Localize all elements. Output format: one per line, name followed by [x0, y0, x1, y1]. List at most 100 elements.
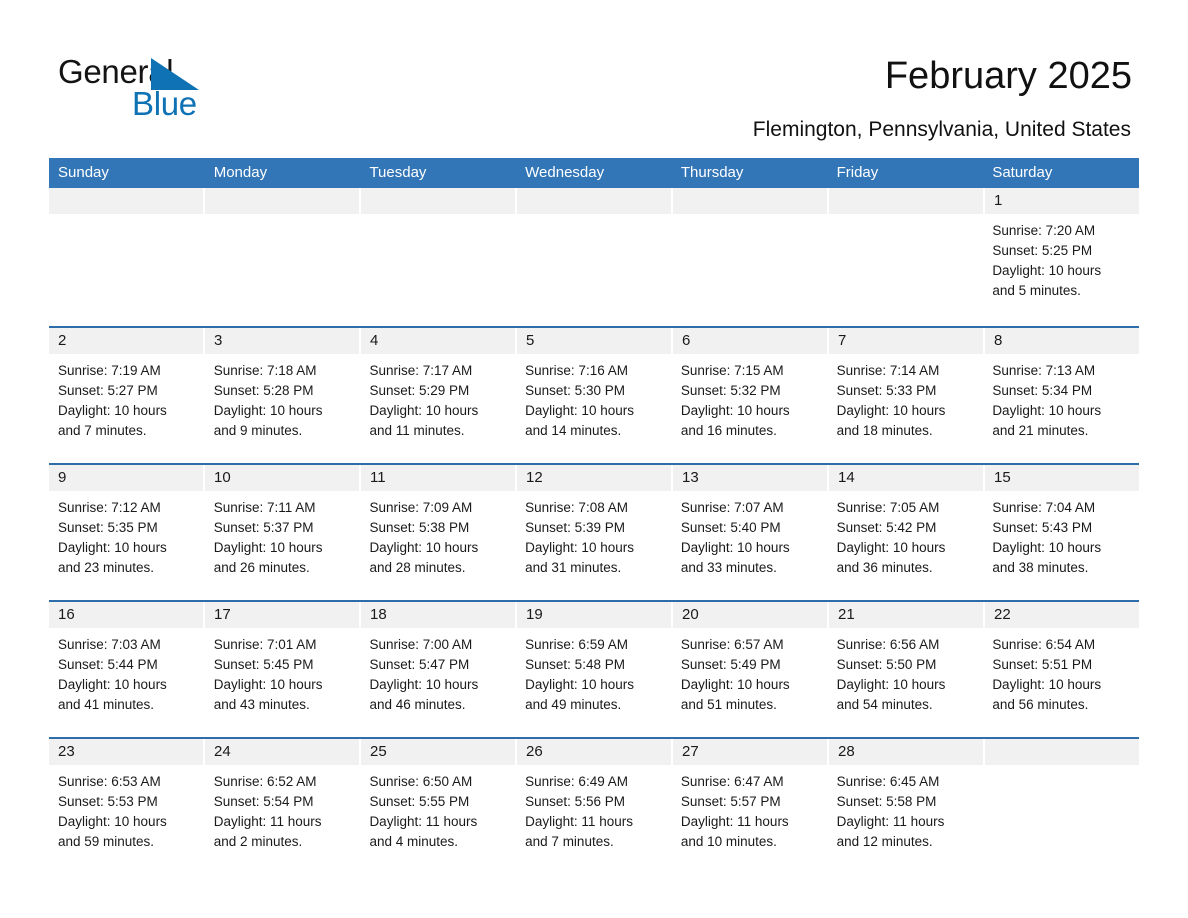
day-cell[interactable]: Sunrise: 7:03 AM Sunset: 5:44 PM Dayligh… — [49, 628, 205, 737]
day-number[interactable]: 23 — [49, 739, 205, 765]
day-number[interactable] — [673, 188, 829, 214]
day-number[interactable]: 3 — [205, 328, 361, 354]
day-cell[interactable] — [828, 214, 984, 326]
day-number[interactable]: 10 — [205, 465, 361, 491]
day-number[interactable]: 28 — [829, 739, 985, 765]
day-cell[interactable] — [672, 214, 828, 326]
day-number[interactable] — [361, 188, 517, 214]
day-cell[interactable]: Sunrise: 7:14 AM Sunset: 5:33 PM Dayligh… — [828, 354, 984, 463]
day-cell[interactable] — [516, 214, 672, 326]
day-number[interactable] — [985, 739, 1139, 765]
day-number[interactable] — [205, 188, 361, 214]
daylight-text-line1: Daylight: 10 hours — [836, 540, 946, 555]
daylight-text-line2: and 4 minutes. — [369, 834, 458, 849]
daylight-text-line1: Daylight: 10 hours — [213, 677, 323, 692]
day-number[interactable]: 12 — [517, 465, 673, 491]
day-cell[interactable]: Sunrise: 6:59 AM Sunset: 5:48 PM Dayligh… — [516, 628, 672, 737]
week-detail-row: Sunrise: 7:12 AM Sunset: 5:35 PM Dayligh… — [49, 491, 1139, 600]
day-number[interactable]: 4 — [361, 328, 517, 354]
day-cell[interactable]: Sunrise: 7:08 AM Sunset: 5:39 PM Dayligh… — [516, 491, 672, 600]
day-cell[interactable]: Sunrise: 7:15 AM Sunset: 5:32 PM Dayligh… — [672, 354, 828, 463]
daylight-text-line1: Daylight: 10 hours — [213, 540, 323, 555]
day-cell[interactable]: Sunrise: 6:53 AM Sunset: 5:53 PM Dayligh… — [49, 765, 205, 877]
day-cell[interactable]: Sunrise: 7:18 AM Sunset: 5:28 PM Dayligh… — [205, 354, 361, 463]
daylight-text-line1: Daylight: 10 hours — [680, 540, 790, 555]
day-number[interactable]: 8 — [985, 328, 1139, 354]
day-cell[interactable]: Sunrise: 7:00 AM Sunset: 5:47 PM Dayligh… — [360, 628, 516, 737]
day-cell[interactable]: Sunrise: 7:09 AM Sunset: 5:38 PM Dayligh… — [360, 491, 516, 600]
day-number[interactable]: 26 — [517, 739, 673, 765]
sunset-text: Sunset: 5:45 PM — [213, 657, 314, 672]
day-number[interactable] — [49, 188, 205, 214]
day-cell[interactable]: Sunrise: 6:45 AM Sunset: 5:58 PM Dayligh… — [828, 765, 984, 877]
day-number[interactable]: 18 — [361, 602, 517, 628]
day-cell[interactable] — [360, 214, 516, 326]
day-number[interactable]: 5 — [517, 328, 673, 354]
day-cell[interactable]: Sunrise: 7:16 AM Sunset: 5:30 PM Dayligh… — [516, 354, 672, 463]
day-number[interactable]: 17 — [205, 602, 361, 628]
day-cell[interactable]: Sunrise: 7:12 AM Sunset: 5:35 PM Dayligh… — [49, 491, 205, 600]
day-cell[interactable]: Sunrise: 7:19 AM Sunset: 5:27 PM Dayligh… — [49, 354, 205, 463]
day-number[interactable]: 24 — [205, 739, 361, 765]
day-cell[interactable]: Sunrise: 7:07 AM Sunset: 5:40 PM Dayligh… — [672, 491, 828, 600]
logo-text-blue: Blue — [132, 85, 197, 122]
day-number[interactable]: 2 — [49, 328, 205, 354]
day-number[interactable] — [829, 188, 985, 214]
day-cell[interactable]: Sunrise: 7:13 AM Sunset: 5:34 PM Dayligh… — [983, 354, 1139, 463]
sunrise-text: Sunrise: 7:11 AM — [213, 500, 316, 515]
calendar-page: General Blue February 2025 Flemington, P… — [0, 0, 1188, 918]
day-number[interactable]: 9 — [49, 465, 205, 491]
day-number[interactable]: 16 — [49, 602, 205, 628]
day-cell[interactable]: Sunrise: 6:56 AM Sunset: 5:50 PM Dayligh… — [828, 628, 984, 737]
day-number[interactable]: 15 — [985, 465, 1139, 491]
weekday-header-sunday: Sunday — [58, 164, 109, 181]
daylight-text-line1: Daylight: 10 hours — [58, 814, 167, 829]
sunset-text: Sunset: 5:27 PM — [58, 383, 158, 398]
day-cell[interactable]: Sunrise: 7:17 AM Sunset: 5:29 PM Dayligh… — [360, 354, 516, 463]
day-number[interactable]: 7 — [829, 328, 985, 354]
sunrise-text: Sunrise: 7:09 AM — [369, 500, 473, 515]
day-cell[interactable]: Sunrise: 7:05 AM Sunset: 5:42 PM Dayligh… — [828, 491, 984, 600]
week-detail-row: Sunrise: 7:20 AM Sunset: 5:25 PM Dayligh… — [49, 214, 1139, 326]
page-header: General Blue February 2025 Flemington, P… — [0, 0, 1188, 150]
day-number[interactable]: 21 — [829, 602, 985, 628]
day-number[interactable]: 20 — [673, 602, 829, 628]
sunrise-text: Sunrise: 7:19 AM — [58, 363, 161, 378]
daylight-text-line2: and 59 minutes. — [58, 834, 155, 849]
day-cell[interactable]: Sunrise: 6:52 AM Sunset: 5:54 PM Dayligh… — [205, 765, 361, 877]
day-number[interactable]: 19 — [517, 602, 673, 628]
week-detail-row: Sunrise: 7:19 AM Sunset: 5:27 PM Dayligh… — [49, 354, 1139, 463]
day-cell[interactable]: Sunrise: 7:20 AM Sunset: 5:25 PM Dayligh… — [983, 214, 1139, 326]
generalblue-logo: General Blue — [58, 52, 318, 128]
day-cell[interactable] — [205, 214, 361, 326]
day-cell[interactable]: Sunrise: 6:50 AM Sunset: 5:55 PM Dayligh… — [360, 765, 516, 877]
day-number[interactable] — [517, 188, 673, 214]
day-cell[interactable]: Sunrise: 6:54 AM Sunset: 5:51 PM Dayligh… — [983, 628, 1139, 737]
day-number[interactable]: 11 — [361, 465, 517, 491]
day-cell[interactable]: Sunrise: 7:11 AM Sunset: 5:37 PM Dayligh… — [205, 491, 361, 600]
day-number[interactable]: 25 — [361, 739, 517, 765]
daylight-text-line2: and 43 minutes. — [213, 697, 310, 712]
day-number[interactable]: 14 — [829, 465, 985, 491]
day-cell[interactable]: Sunrise: 6:47 AM Sunset: 5:57 PM Dayligh… — [672, 765, 828, 877]
day-number[interactable]: 1 — [985, 188, 1139, 214]
day-number[interactable]: 6 — [673, 328, 829, 354]
day-cell[interactable]: Sunrise: 6:57 AM Sunset: 5:49 PM Dayligh… — [672, 628, 828, 737]
day-cell[interactable] — [983, 765, 1139, 877]
day-number[interactable]: 22 — [985, 602, 1139, 628]
sunset-text: Sunset: 5:44 PM — [58, 657, 158, 672]
day-cell[interactable]: Sunrise: 7:01 AM Sunset: 5:45 PM Dayligh… — [205, 628, 361, 737]
daylight-text-line1: Daylight: 10 hours — [992, 403, 1102, 418]
sunset-text: Sunset: 5:35 PM — [58, 520, 158, 535]
day-cell[interactable]: Sunrise: 7:04 AM Sunset: 5:43 PM Dayligh… — [983, 491, 1139, 600]
day-number[interactable]: 13 — [673, 465, 829, 491]
sunrise-text: Sunrise: 7:03 AM — [58, 637, 161, 652]
day-number[interactable]: 27 — [673, 739, 829, 765]
day-cell[interactable] — [49, 214, 205, 326]
daylight-text-line1: Daylight: 11 hours — [836, 814, 945, 829]
day-cell[interactable]: Sunrise: 6:49 AM Sunset: 5:56 PM Dayligh… — [516, 765, 672, 877]
daylight-text-line1: Daylight: 10 hours — [525, 403, 634, 418]
daylight-text-line1: Daylight: 10 hours — [369, 403, 479, 418]
daylight-text-line2: and 9 minutes. — [213, 423, 303, 438]
week-daynumber-band: 23 24 25 26 27 28 — [49, 739, 1139, 765]
